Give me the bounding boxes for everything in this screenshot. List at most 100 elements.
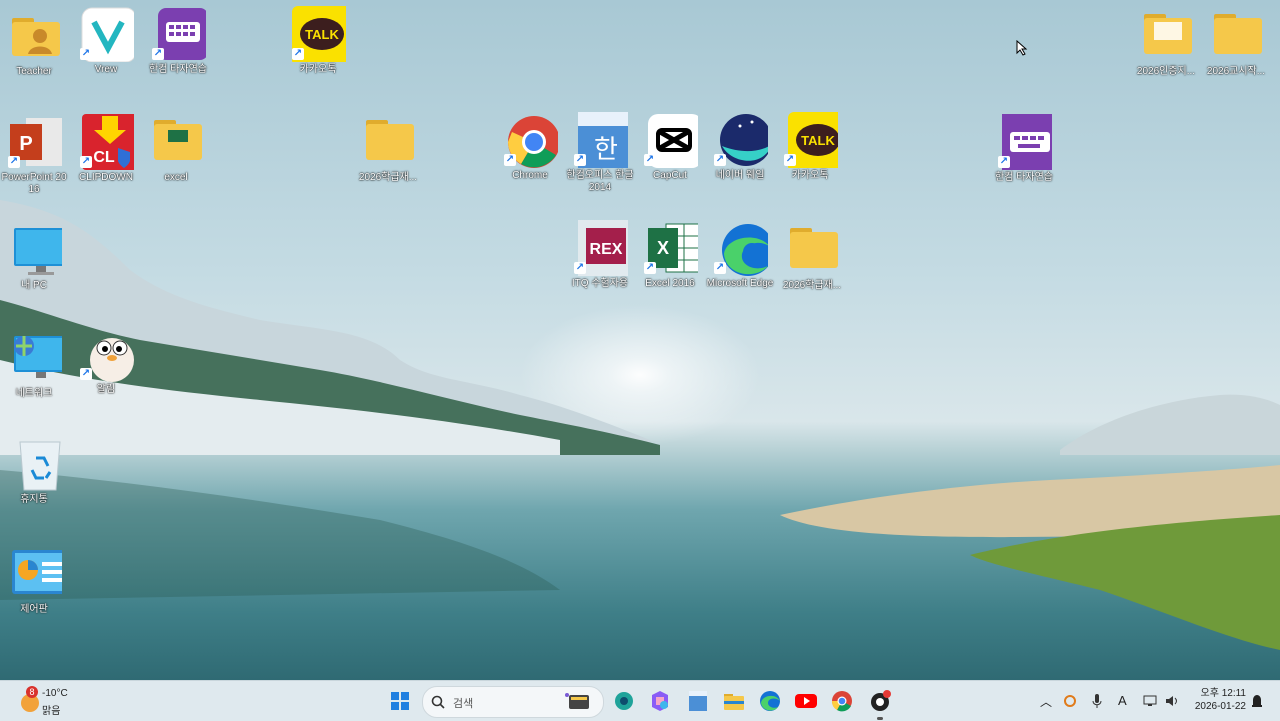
desktop-icon-chrome[interactable]: ↗ Chrome (496, 112, 564, 182)
edge-icon: ↗ (712, 220, 774, 276)
capcut-icon: ↗ (642, 112, 702, 168)
tray-overflow-chevron-icon[interactable]: ︿ (1040, 693, 1052, 710)
desktop-icon-label: 네트워크 (15, 388, 53, 399)
desktop-icon-label: 카카오톡 (791, 170, 829, 181)
shortcut-arrow-icon: ↗ (574, 154, 586, 166)
search-highlight-icon (565, 693, 589, 709)
desktop-icon-clipdown[interactable]: CL ↗ CLIPDOWN (72, 114, 140, 184)
edge-icon (760, 691, 780, 711)
shortcut-arrow-icon: ↗ (714, 154, 726, 166)
search-placeholder: 검색 (453, 698, 474, 710)
desktop-icon-hancom-typing[interactable]: ↗ 한컴 타자연습 (144, 6, 212, 76)
taskbar-hancom-app[interactable] (684, 687, 712, 715)
shortcut-arrow-icon: ↗ (504, 154, 516, 166)
desktop-icon-excel-2016[interactable]: X ↗ Excel 2016 (636, 220, 704, 290)
desktop-icon-teacher[interactable]: Teacher (0, 8, 68, 78)
taskbar-obs-recorder[interactable] (866, 687, 894, 715)
desktop-icon-powerpoint[interactable]: P ↗ PowerPoint 2016 (0, 114, 68, 196)
desktop-icon-folder[interactable]: 2026교시작... (1202, 8, 1270, 78)
desktop-icon-label: 휴지통 (20, 494, 48, 505)
taskbar-youtube[interactable] (792, 687, 820, 715)
desktop-icon-capcut[interactable]: ↗ CapCut (636, 112, 704, 182)
desktop-icon-label: 제어판 (20, 604, 48, 615)
desktop-icon-kakaotalk[interactable]: TALK ↗ 카카오톡 (284, 6, 352, 76)
microphone-icon[interactable] (1090, 693, 1104, 709)
desktop-icon-mascot[interactable]: ↗ 알림 (72, 326, 140, 396)
desktop-icon-label: Chrome (512, 170, 548, 181)
desktop-icon-label: CLIPDOWN (79, 172, 133, 183)
svg-text:한: 한 (594, 135, 618, 165)
desktop-icon-folder[interactable]: 2026학급재... (354, 114, 422, 184)
desktop-icon-label: Microsoft Edge (706, 278, 774, 289)
taskbar-chrome[interactable] (828, 687, 856, 715)
desktop-icon-excel-folder[interactable]: excel (142, 114, 210, 184)
keyboard-icon: ↗ (150, 6, 208, 62)
weather-temperature: -10°C (42, 688, 68, 699)
desktop-icon-naver-whale[interactable]: ↗ 네이버 웨일 (706, 112, 774, 182)
copilot-icon (652, 691, 668, 711)
desktop-icon-label: 내 PC (21, 280, 47, 291)
desktop-icon-folder[interactable]: 2026인증지... (1132, 8, 1200, 78)
input-method-indicator[interactable]: A (1118, 693, 1127, 708)
taskbar: 8 -10°C 맑음 검색 ︿ A 오후 12:11 2026-01-22 (0, 680, 1280, 721)
desktop-icon-label: 2026학급재... (782, 280, 842, 291)
desktop-icon-kakaotalk[interactable]: TALK ↗ 카카오톡 (776, 112, 848, 182)
desktop-icon-label: PowerPoint 2016 (1, 172, 67, 195)
network-status-icon[interactable] (1142, 693, 1158, 709)
shortcut-arrow-icon: ↗ (152, 48, 164, 60)
desktop-icon-label: 한컴 타자연습 (995, 172, 1053, 183)
folder-icon (148, 114, 204, 170)
recycle-bin-icon (6, 436, 62, 492)
shortcut-arrow-icon: ↗ (998, 156, 1010, 168)
desktop-icon-label: ITQ 수험자용 (571, 278, 629, 289)
shortcut-arrow-icon: ↗ (80, 48, 92, 60)
taskbar-copilot-app[interactable] (610, 687, 638, 715)
desktop[interactable]: Teacher ↗ Vrew ↗ 한컴 타자연습 TALK ↗ 카카오톡 202… (0, 0, 1280, 680)
desktop-icon-label: 알림 (96, 384, 116, 395)
desktop-icon-vrew[interactable]: ↗ Vrew (72, 6, 140, 76)
green-app-icon (615, 692, 633, 710)
taskbar-copilot-button[interactable] (646, 687, 674, 715)
desktop-icon-network[interactable]: 네트워크 (0, 330, 68, 400)
desktop-icon-my-pc[interactable]: 내 PC (0, 222, 68, 292)
taskbar-search-box[interactable]: 검색 (422, 686, 604, 718)
taskbar-edge[interactable] (756, 687, 784, 715)
taskbar-file-explorer[interactable] (720, 687, 748, 715)
desktop-icon-hancom-office[interactable]: 한 ↗ 한컴오피스 한글 2014 (566, 112, 634, 194)
weather-widget[interactable]: 8 -10°C 맑음 (14, 685, 94, 717)
notification-bell-icon[interactable] (1250, 693, 1264, 709)
svg-text:TALK: TALK (305, 27, 339, 42)
taskbar-clock[interactable]: 오후 12:11 2026-01-22 (1186, 687, 1246, 713)
shortcut-arrow-icon: ↗ (8, 156, 20, 168)
start-button[interactable] (386, 687, 414, 715)
folder-icon (784, 222, 840, 278)
desktop-icon-hancom-typing[interactable]: ↗ 한컴 타자연습 (990, 114, 1058, 184)
control-panel-icon (6, 546, 70, 602)
clipdown-icon: CL ↗ (78, 114, 138, 170)
svg-text:TALK: TALK (801, 133, 835, 148)
vrew-icon: ↗ (78, 6, 137, 63)
desktop-icon-label: 2026인증지... (1136, 66, 1196, 77)
teacher-folder-icon (6, 8, 62, 64)
shortcut-arrow-icon: ↗ (80, 156, 92, 168)
clock-date: 2026-01-22 (1194, 701, 1246, 712)
sync-icon[interactable] (1062, 693, 1078, 709)
hancom-hangul-icon: 한 ↗ (572, 112, 632, 168)
shortcut-arrow-icon: ↗ (784, 154, 796, 166)
desktop-icon-label: Excel 2016 (645, 278, 695, 289)
desktop-icon-edge[interactable]: ↗ Microsoft Edge (706, 220, 774, 290)
desktop-icon-label: 2026학급재... (358, 172, 418, 183)
desktop-icon-folder[interactable]: 2026학급재... (778, 222, 846, 292)
monitor-icon (6, 222, 68, 278)
clock-time: 오후 12:11 (1200, 688, 1246, 699)
desktop-icon-label: Teacher (16, 66, 52, 77)
desktop-icon-control-panel[interactable]: 제어판 (0, 546, 70, 616)
desktop-icon-label: excel (164, 172, 188, 183)
rex-icon: REX ↗ (572, 220, 636, 276)
desktop-icon-recycle-bin[interactable]: 휴지통 (0, 436, 68, 506)
volume-icon[interactable] (1164, 693, 1180, 709)
hancom-hangul-icon (689, 691, 707, 711)
weather-notification-badge: 8 (26, 686, 38, 698)
desktop-icon-itq[interactable]: REX ↗ ITQ 수험자용 (566, 220, 636, 290)
search-icon (431, 695, 445, 709)
